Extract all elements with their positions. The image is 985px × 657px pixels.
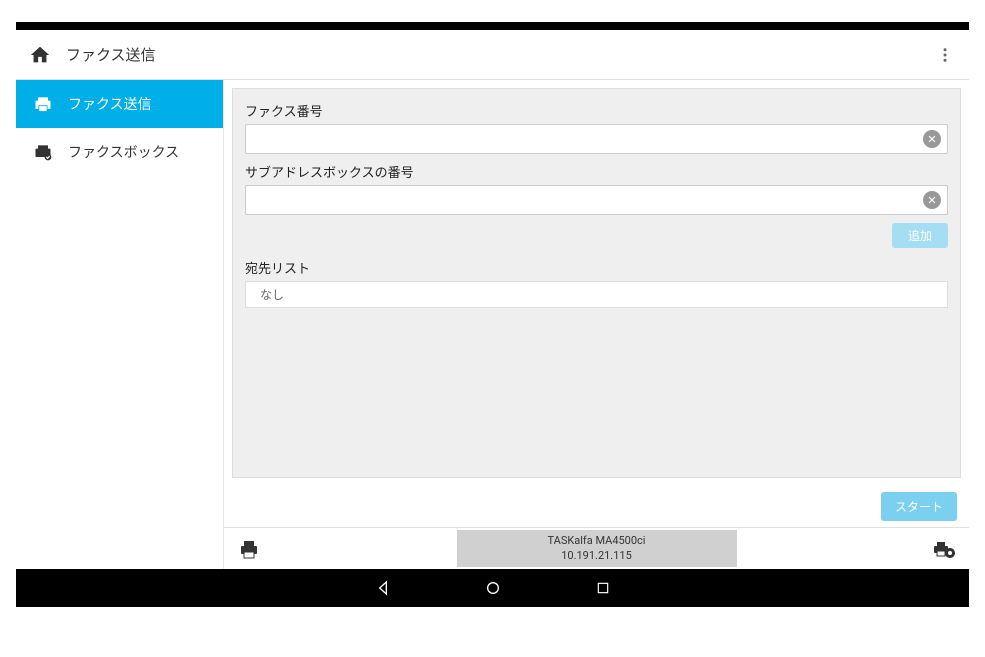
fax-number-label: ファクス番号 (245, 101, 948, 120)
clear-icon[interactable]: ✕ (923, 191, 941, 209)
sidebar-item-fax-send[interactable]: ファクス送信 (16, 80, 223, 128)
page-title: ファクス送信 (66, 44, 933, 65)
android-status-bar (16, 22, 969, 30)
back-icon[interactable] (373, 578, 393, 598)
add-button[interactable]: 追加 (892, 223, 948, 248)
printer-icon[interactable] (236, 536, 262, 562)
fax-number-input[interactable] (252, 132, 923, 147)
android-nav-bar (16, 569, 969, 607)
device-info[interactable]: TASKalfa MA4500ci 10.191.21.115 (457, 530, 737, 567)
subaddress-input-row: ✕ (245, 185, 948, 215)
app-header: ファクス送信 (16, 30, 969, 80)
sidebar-item-fax-box[interactable]: ファクスボックス (16, 128, 223, 176)
recent-apps-icon[interactable] (593, 578, 613, 598)
device-ip: 10.191.21.115 (497, 549, 697, 563)
sidebar-item-label: ファクスボックス (68, 142, 179, 162)
subaddress-input[interactable] (252, 193, 923, 208)
footer-bar: TASKalfa MA4500ci 10.191.21.115 (224, 527, 969, 569)
clear-icon[interactable]: ✕ (923, 130, 941, 148)
destination-list-label: 宛先リスト (245, 258, 948, 277)
start-button[interactable]: スタート (881, 492, 957, 521)
fax-icon (32, 93, 54, 115)
more-vert-icon[interactable] (933, 43, 957, 67)
home-icon[interactable] (28, 43, 52, 67)
sidebar: ファクス送信 ファクスボックス (16, 80, 224, 569)
sidebar-item-label: ファクス送信 (68, 94, 152, 114)
form-panel: ファクス番号 ✕ サブアドレスボックスの番号 ✕ 追加 宛先リスト なし (232, 88, 961, 478)
destination-list: なし (245, 281, 948, 308)
subaddress-label: サブアドレスボックスの番号 (245, 162, 948, 181)
destination-list-empty: なし (260, 288, 284, 302)
printer-settings-icon[interactable] (931, 536, 957, 562)
home-nav-icon[interactable] (483, 578, 503, 598)
device-name: TASKalfa MA4500ci (497, 534, 697, 548)
fax-number-input-row: ✕ (245, 124, 948, 154)
fax-box-icon (32, 141, 54, 163)
